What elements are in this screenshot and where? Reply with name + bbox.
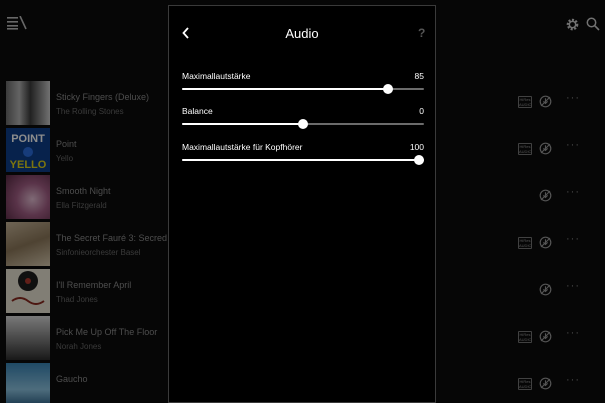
album-artist: Yello (56, 154, 74, 163)
album-artist: The Rolling Stones (56, 107, 124, 116)
album-title: Sticky Fingers (Deluxe) (56, 92, 150, 102)
setting-headphone-max-volume: Maximallautstärke für Kopfhörer 100 (182, 142, 424, 172)
download-icon[interactable] (539, 236, 552, 249)
more-options-button[interactable]: ··· (566, 327, 580, 339)
album-cover (6, 81, 50, 125)
more-options-button[interactable]: ··· (566, 280, 580, 292)
max-volume-slider[interactable] (182, 84, 424, 94)
album-cover (6, 363, 50, 403)
slider-thumb[interactable] (414, 155, 424, 165)
album-artist: Sinfonieorchester Basel (56, 248, 141, 257)
headphone-max-volume-slider[interactable] (182, 155, 424, 165)
help-icon[interactable]: ? (418, 26, 425, 40)
album-cover: POINT YELLO (6, 128, 50, 172)
download-icon[interactable] (539, 283, 552, 296)
slider-fill (182, 123, 303, 125)
more-options-button[interactable]: ··· (566, 374, 580, 386)
setting-label: Maximallautstärke für Kopfhörer (182, 142, 303, 152)
more-options-button[interactable]: ··· (566, 139, 580, 151)
more-options-button[interactable]: ··· (566, 92, 580, 104)
download-icon[interactable] (539, 330, 552, 343)
more-options-button[interactable]: ··· (566, 233, 580, 245)
setting-value: 100 (409, 142, 424, 152)
svg-text:YELLO: YELLO (10, 159, 47, 171)
hires-badge: HiRes AUDIO (518, 143, 532, 155)
setting-label: Balance (182, 106, 213, 116)
slider-thumb[interactable] (298, 119, 308, 129)
download-icon[interactable] (539, 142, 552, 155)
setting-label: Maximallautstärke (182, 71, 251, 81)
album-cover (6, 222, 50, 266)
album-artist: Norah Jones (56, 342, 102, 351)
slider-fill (182, 159, 424, 161)
album-title: I'll Remember April (56, 280, 132, 290)
hires-badge: HiRes AUDIO (518, 237, 532, 249)
album-artist: Ella Fitzgerald (56, 201, 107, 210)
album-title: Smooth Night (56, 186, 111, 196)
setting-balance: Balance 0 (182, 106, 424, 136)
setting-max-volume: Maximallautstärke 85 (182, 71, 424, 101)
hires-badge: HiRes AUDIO (518, 96, 532, 108)
album-artist: Thad Jones (56, 295, 98, 304)
balance-slider[interactable] (182, 119, 424, 129)
download-icon[interactable] (539, 95, 552, 108)
album-cover (6, 269, 50, 313)
more-options-button[interactable]: ··· (566, 186, 580, 198)
menu-icon[interactable] (7, 16, 27, 30)
album-title: Gaucho (56, 374, 88, 384)
album-cover (6, 175, 50, 219)
hires-badge: HiRes AUDIO (518, 331, 532, 343)
download-icon[interactable] (539, 377, 552, 390)
hires-badge: HiRes AUDIO (518, 378, 532, 390)
setting-value: 85 (414, 71, 424, 81)
album-cover (6, 316, 50, 360)
audio-settings-dialog: Audio ? Maximallautstärke 85 Balance 0 M… (168, 5, 436, 403)
search-icon[interactable] (586, 17, 600, 31)
slider-fill (182, 88, 388, 90)
album-title: Pick Me Up Off The Floor (56, 327, 158, 337)
dialog-title: Audio (285, 26, 319, 41)
album-title: The Secret Fauré 3: Secred V (56, 233, 176, 243)
svg-text:POINT: POINT (11, 133, 45, 145)
gear-icon[interactable] (565, 17, 580, 32)
download-icon[interactable] (539, 189, 552, 202)
album-title: Point (56, 139, 77, 149)
slider-thumb[interactable] (382, 84, 393, 94)
setting-value: 0 (419, 106, 424, 116)
